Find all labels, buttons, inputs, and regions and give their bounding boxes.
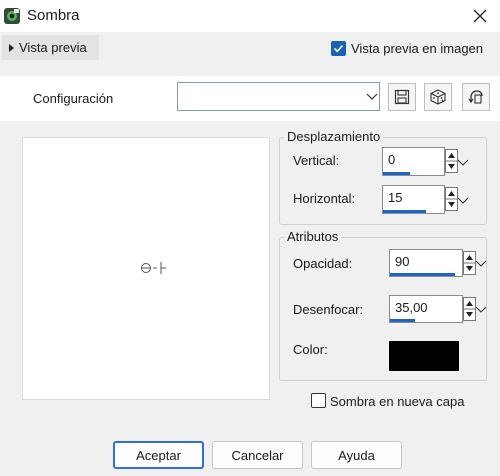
vertical-label: Vertical: — [293, 153, 340, 168]
preview-shape-icon — [139, 260, 169, 276]
close-button[interactable] — [462, 0, 498, 32]
color-swatch[interactable] — [389, 341, 459, 371]
blur-value: 35,00 — [395, 300, 428, 315]
floppy-save-icon — [394, 89, 410, 105]
opacity-input[interactable]: 90 — [389, 249, 463, 277]
new-layer-checkbox[interactable] — [311, 393, 326, 408]
config-dropdown[interactable] — [177, 82, 380, 111]
randomize-button[interactable] — [424, 83, 452, 111]
image-preview-checkbox[interactable] — [331, 41, 346, 56]
horizontal-label: Horizontal: — [293, 191, 356, 206]
blur-dropdown[interactable] — [475, 303, 487, 313]
caret-right-icon — [9, 43, 14, 52]
chevron-down-icon[interactable] — [366, 90, 378, 102]
dice-icon — [430, 89, 446, 105]
reset-preset-icon — [468, 90, 483, 104]
save-preset-button[interactable] — [388, 83, 416, 111]
horizontal-dropdown[interactable] — [457, 194, 469, 204]
horizontal-input[interactable]: 15 — [382, 185, 445, 214]
offset-group-title: Desplazamiento — [284, 129, 384, 144]
blur-label: Desenfocar: — [293, 302, 364, 317]
reset-preset-button[interactable] — [462, 83, 490, 111]
window-title: Sombra — [27, 7, 80, 24]
opacity-dropdown[interactable] — [475, 257, 487, 267]
attributes-group-title: Atributos — [284, 229, 342, 244]
vertical-level-bar — [383, 172, 411, 175]
config-label: Configuración — [33, 91, 114, 106]
image-preview-label[interactable]: Vista previa en imagen — [351, 41, 483, 56]
cancel-button[interactable]: Cancelar — [212, 441, 303, 469]
horizontal-level-bar — [383, 210, 426, 213]
help-button[interactable]: Ayuda — [311, 441, 402, 469]
horizontal-value: 15 — [388, 190, 403, 205]
check-icon — [333, 44, 344, 53]
new-layer-label[interactable]: Sombra en nueva capa — [330, 394, 464, 409]
blur-level-bar — [390, 319, 416, 322]
color-label: Color: — [293, 342, 328, 357]
ok-button[interactable]: Aceptar — [113, 441, 204, 469]
preview-toggle-label: Vista previa — [19, 40, 87, 55]
close-icon — [473, 9, 487, 23]
app-icon — [3, 7, 21, 25]
vertical-value: 0 — [388, 152, 396, 167]
blur-input[interactable]: 35,00 — [389, 295, 463, 323]
vertical-dropdown[interactable] — [457, 156, 469, 166]
opacity-label: Opacidad: — [293, 256, 353, 271]
opacity-level-bar — [390, 273, 455, 276]
preview-toggle-button[interactable]: Vista previa — [2, 35, 99, 60]
opacity-value: 90 — [395, 254, 410, 269]
vertical-input[interactable]: 0 — [382, 147, 445, 176]
